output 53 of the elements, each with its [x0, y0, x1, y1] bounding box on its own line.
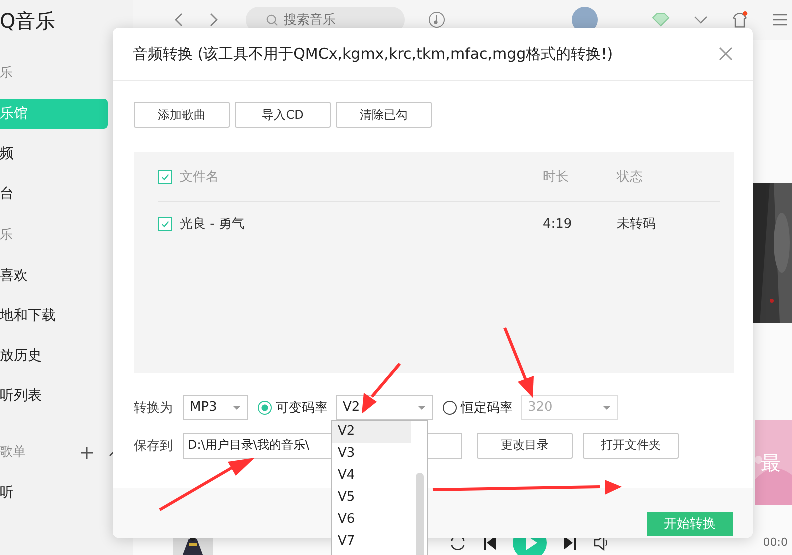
checkbox[interactable] [158, 217, 172, 231]
table-cell-text: 未转码 [617, 216, 656, 233]
sidebar-item[interactable]: 台 [0, 179, 108, 209]
sidebar-item[interactable]: 听 [0, 478, 108, 508]
annotation-arrow [504, 327, 534, 398]
column-header: 时长 [543, 169, 570, 186]
sidebar-item[interactable]: 频 [0, 139, 108, 169]
chevron-down-icon[interactable] [694, 15, 708, 25]
checkmark-icon [160, 220, 170, 228]
sidebar-item[interactable]: 听列表 [0, 381, 108, 411]
sidebar-item[interactable]: 喜欢 [0, 261, 108, 291]
toolbar-button[interactable]: 导入CD [235, 102, 331, 128]
sidebar-item[interactable]: 放历史 [0, 341, 108, 371]
column-header: 状态 [617, 169, 643, 186]
dropdown-option[interactable]: V6 [332, 509, 411, 531]
annotation-arrow [362, 363, 402, 414]
checkmark-icon [160, 172, 170, 182]
menu-icon[interactable] [772, 13, 788, 27]
folder-button[interactable]: 打开文件夹 [583, 432, 679, 458]
search-icon [266, 14, 279, 27]
dialog-title: 音频转换 (该工具不用于QMCx,kgmx,krc,tkm,mfac,mgg格式的转换!) [133, 44, 614, 64]
time-label: 00:0 [763, 536, 788, 549]
plus-icon[interactable] [80, 446, 94, 460]
sidebar-heading: 乐 [0, 65, 14, 83]
bitrate-select[interactable]: V2 [336, 395, 433, 420]
dropdown-option[interactable]: V5 [332, 487, 411, 509]
format-select[interactable]: MP3 [183, 395, 248, 420]
dropdown-option[interactable]: V2 [332, 421, 411, 443]
toolbar-button[interactable]: 清除已勾 [336, 102, 432, 128]
folder-button[interactable]: 更改目录 [477, 432, 573, 458]
forward-icon[interactable] [208, 12, 220, 28]
field-label: 保存到 [134, 438, 174, 454]
back-icon[interactable] [173, 12, 185, 28]
radio-button[interactable] [258, 400, 272, 414]
toolbar-button[interactable]: 添加歌曲 [134, 102, 230, 128]
radio-label: 恒定码率 [461, 400, 513, 416]
sidebar-item[interactable]: 地和下载 [0, 301, 108, 331]
sidebar-heading: 乐 [0, 227, 14, 245]
app-logo: Q音乐 [0, 8, 57, 35]
scrollbar[interactable] [416, 473, 424, 555]
music-note-icon[interactable] [428, 11, 446, 29]
close-icon[interactable] [719, 47, 733, 61]
table-cell-text: 光良 - 勇气 [180, 216, 245, 233]
field-label: 转换为 [134, 400, 174, 416]
radio-label: 可变码率 [276, 400, 328, 416]
shirt-icon[interactable] [731, 10, 749, 30]
dropdown-option[interactable]: V4 [332, 465, 411, 487]
sidebar-heading: 歌单 [0, 444, 27, 462]
table-cell-text: 4:19 [543, 216, 574, 232]
dropdown-option[interactable]: V7 [332, 531, 411, 553]
checkbox[interactable] [158, 170, 172, 184]
card-title: 最 [761, 450, 781, 477]
column-header: 文件名 [180, 169, 219, 186]
